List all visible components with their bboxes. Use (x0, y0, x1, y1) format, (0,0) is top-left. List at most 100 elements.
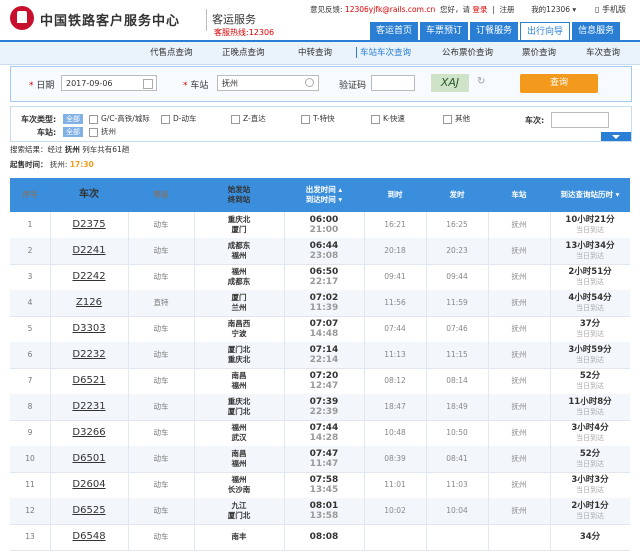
origin-station: 南丰 (231, 532, 247, 541)
sub-nav-train-query[interactable]: 车次查询 (586, 46, 620, 58)
duration: 3小时59分 当日到达 (550, 342, 630, 368)
column-divider (550, 368, 551, 394)
origin-station: 厦门北 (227, 345, 251, 354)
register-link[interactable]: 注册 (499, 5, 514, 14)
column-divider (550, 238, 551, 264)
train-number-link[interactable]: D6521 (50, 368, 128, 394)
depart-from-station-time: 10:50 (446, 428, 468, 437)
depart-from-station-time: 08:41 (446, 454, 468, 463)
train-no-input[interactable] (551, 112, 609, 128)
duration: 52分 当日到达 (550, 446, 630, 472)
train-number-link[interactable]: D2604 (50, 472, 128, 498)
col-header-times-sort[interactable]: 出发时间 ▴ 到达时间 ▾ (284, 178, 364, 212)
table-row: 8 D2231 动车 重庆北 厦门北 07:39 22:39 18:47 18:49 抚州 11小时… (10, 394, 630, 421)
train-number-link[interactable]: D2375 (50, 212, 128, 238)
sub-nav-transfer-query[interactable]: 中转查询 (298, 46, 332, 58)
departure-time: 07:07 (309, 319, 339, 329)
route-stations: 福州 长沙南 (194, 472, 284, 498)
origin-station: 福州 (231, 423, 247, 432)
train-type-all-button[interactable]: 全部 (63, 114, 83, 124)
link-separator: | (492, 5, 495, 14)
my12306-menu[interactable]: 我的12306 ▾ (531, 5, 576, 14)
duration: 3小时4分 当日到达 (550, 420, 630, 446)
sub-nav-delay-query[interactable]: 正晚点查询 (222, 46, 265, 58)
depart-from-station-time: 10:04 (446, 506, 468, 515)
column-divider (128, 316, 129, 342)
login-link[interactable]: 登录 (472, 5, 487, 14)
arrive-at-station-time: 09:41 (384, 272, 406, 281)
route-times: 06:00 21:00 (284, 212, 364, 238)
main-nav-home[interactable]: 客运首页 (370, 22, 419, 40)
filter-panel: 车次类型: 全部 G/C-高铁/城际 D-动车 Z-直达 T-特快 K-快速 其… (10, 106, 632, 142)
terminal-station: 重庆北 (227, 355, 251, 364)
train-number-link[interactable]: D6525 (50, 498, 128, 524)
train-number-link[interactable]: D2232 (50, 342, 128, 368)
col-header-duration-sort[interactable]: 到达查询站历时 ▾ (550, 178, 630, 212)
column-divider (194, 498, 195, 524)
departure-time: 07:20 (309, 371, 339, 381)
station-all-button[interactable]: 全部 (63, 127, 83, 137)
table-row: 10 D6501 动车 南昌 福州 07:47 11:47 08:39 08:41 抚州 52分 当日… (10, 446, 630, 473)
filter-z-checkbox[interactable]: Z-直达 (231, 113, 266, 124)
feedback-email-link[interactable]: 12306yjfk@rails.com.cn (345, 5, 435, 14)
origin-station: 成都东 (227, 241, 251, 250)
sub-nav-public-fare-query[interactable]: 公布票价查询 (442, 46, 493, 58)
column-divider (128, 264, 129, 290)
train-number-link[interactable]: D3266 (50, 420, 128, 446)
arrival-day: 当日到达 (576, 278, 604, 286)
arrive-at-station-time: 11:13 (384, 350, 406, 359)
column-divider (194, 316, 195, 342)
col-header-dep: 发时 (449, 190, 465, 199)
column-divider (364, 238, 365, 264)
filter-t-checkbox[interactable]: T-特快 (301, 113, 335, 124)
column-divider (128, 212, 129, 238)
station-filter-checkbox[interactable]: 抚州 (89, 126, 116, 137)
column-divider (364, 524, 365, 550)
sub-nav-fare-query[interactable]: 票价查询 (522, 46, 556, 58)
filter-gc-checkbox[interactable]: G/C-高铁/城际 (89, 113, 150, 124)
filter-d-checkbox[interactable]: D-动车 (161, 113, 196, 124)
column-divider (550, 472, 551, 498)
departure-time: 08:08 (309, 532, 339, 542)
date-label: * 日期 (29, 81, 55, 91)
train-number-link[interactable]: D2242 (50, 264, 128, 290)
train-grade: 动车 (153, 506, 169, 515)
mobile-version-link[interactable]: ▯ 手机版 (595, 4, 626, 15)
sub-nav-agency-query[interactable]: 代售点查询 (150, 46, 193, 58)
arrival-time: 13:45 (309, 485, 339, 495)
main-nav-catering[interactable]: 订餐服务 (470, 22, 519, 40)
train-number-link[interactable]: D3303 (50, 316, 128, 342)
captcha-input[interactable] (371, 75, 415, 91)
column-divider (50, 420, 51, 446)
filter-k-checkbox[interactable]: K-快速 (371, 113, 405, 124)
depart-from-station-time: 11:15 (446, 350, 468, 359)
query-station: 抚州 (511, 402, 527, 411)
column-divider (128, 342, 129, 368)
column-divider (194, 238, 195, 264)
sub-nav-station-train-query[interactable]: 车站车次查询 (360, 46, 411, 58)
col-header-arr: 到时 (387, 190, 403, 199)
train-number-link[interactable]: D6548 (50, 524, 128, 550)
column-divider (50, 290, 51, 316)
column-divider (364, 394, 365, 420)
sale-start-time: 起售时间： 抚州: 17:30 (10, 160, 94, 169)
train-number-link[interactable]: Z126 (50, 290, 128, 316)
filter-other-checkbox[interactable]: 其他 (443, 113, 470, 124)
top-header: 中国铁路客户服务中心 客运服务 客服热线:12306 意见反馈: 12306yj… (0, 0, 640, 40)
train-number-link[interactable]: D2241 (50, 238, 128, 264)
arrival-time: 11:47 (309, 459, 339, 469)
column-divider (426, 394, 427, 420)
train-number-link[interactable]: D2231 (50, 394, 128, 420)
calendar-icon[interactable] (143, 79, 153, 89)
duration-value: 3小时3分 (571, 475, 609, 485)
search-button[interactable]: 查询 (520, 74, 598, 93)
active-indicator (356, 47, 357, 58)
main-nav-info[interactable]: 信息服务 (572, 22, 621, 40)
date-input[interactable]: 2017-09-06 (61, 75, 157, 91)
station-input[interactable]: 抚州 (217, 75, 319, 91)
collapse-filter-button[interactable] (601, 132, 631, 141)
main-nav-booking[interactable]: 车票预订 (420, 22, 469, 40)
refresh-icon[interactable]: ↻ (477, 76, 485, 87)
train-number-link[interactable]: D6501 (50, 446, 128, 472)
main-nav-travel-guide[interactable]: 出行向导 (520, 22, 571, 40)
